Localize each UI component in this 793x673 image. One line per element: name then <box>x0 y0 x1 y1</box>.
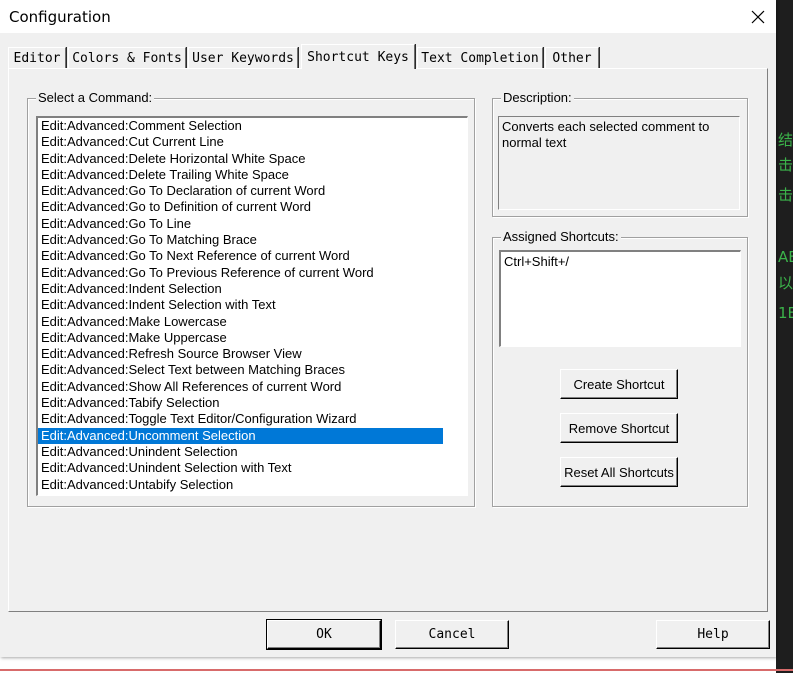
list-item[interactable]: Edit:Advanced:Unindent Selection with Te… <box>38 460 443 476</box>
command-list[interactable]: Edit:Advanced:Comment Selection Edit:Adva… <box>36 116 468 496</box>
tab-text-completion[interactable]: Text Completion <box>417 47 543 68</box>
tab-colors-fonts[interactable]: Colors & Fonts <box>68 47 186 68</box>
list-item[interactable]: Edit:Advanced:Make Uppercase <box>38 330 443 346</box>
list-item[interactable]: Edit:Advanced:Make Lowercase <box>38 314 443 330</box>
create-shortcut-button[interactable]: Create Shortcut <box>560 369 678 399</box>
description-text: Converts each selected comment to normal… <box>498 116 740 210</box>
assigned-shortcuts-list[interactable]: Ctrl+Shift+/ <box>499 250 741 347</box>
configuration-dialog: Configuration Editor Colors & Fonts User… <box>0 0 776 657</box>
tab-shortcut-keys[interactable]: Shortcut Keys <box>301 44 415 69</box>
list-item[interactable]: Edit:Advanced:Go To Next Reference of cu… <box>38 248 443 264</box>
list-item[interactable]: Edit:Advanced:Indent Selection <box>38 281 443 297</box>
list-item[interactable]: Edit:Advanced:Untabify Selection <box>38 477 443 493</box>
command-items: Edit:Advanced:Comment Selection Edit:Adva… <box>38 118 467 493</box>
list-item[interactable]: Edit:Advanced:Delete Trailing White Spac… <box>38 167 443 183</box>
list-item[interactable]: Edit:Advanced:Go to Definition of curren… <box>38 199 443 215</box>
tab-editor[interactable]: Editor <box>8 47 66 68</box>
background-glyph: 以 <box>778 274 793 292</box>
shortcut-item[interactable]: Ctrl+Shift+/ <box>504 254 737 270</box>
background-glyph: AE <box>778 248 793 266</box>
help-button[interactable]: Help <box>656 620 770 649</box>
list-item[interactable]: Edit:Advanced:Go To Line <box>38 216 443 232</box>
list-item[interactable]: Edit:Advanced:Go To Previous Reference o… <box>38 265 443 281</box>
tab-other[interactable]: Other <box>545 47 599 68</box>
background-glyph: 击 <box>778 156 793 174</box>
background-accent-line <box>0 669 793 671</box>
select-command-label: Select a Command: <box>36 90 155 105</box>
reset-all-shortcuts-button[interactable]: Reset All Shortcuts <box>560 457 678 487</box>
list-item[interactable]: Edit:Advanced:Go To Matching Brace <box>38 232 443 248</box>
list-item[interactable]: Edit:Advanced:Refresh Source Browser Vie… <box>38 346 443 362</box>
background-app-strip <box>776 0 793 673</box>
list-item[interactable]: Edit:Advanced:Toggle Text Editor/Configu… <box>38 411 443 427</box>
list-item[interactable]: Edit:Advanced:Indent Selection with Text <box>38 297 443 313</box>
title-bar[interactable]: Configuration <box>0 0 776 33</box>
list-item[interactable]: Edit:Advanced:Delete Horizontal White Sp… <box>38 151 443 167</box>
description-label: Description: <box>501 90 574 105</box>
list-item[interactable]: Edit:Advanced:Unindent Selection <box>38 444 443 460</box>
tab-user-keywords[interactable]: User Keywords <box>188 47 298 68</box>
list-item[interactable]: Edit:Advanced:Uncomment Selection <box>38 427 443 444</box>
background-glyph: 1E <box>778 304 793 322</box>
assigned-shortcuts-label: Assigned Shortcuts: <box>501 229 621 244</box>
close-icon <box>751 10 765 23</box>
window-title: Configuration <box>9 8 111 26</box>
list-item[interactable]: Edit:Advanced:Select Text between Matchi… <box>38 362 443 378</box>
list-item[interactable]: Edit:Advanced:Tabify Selection <box>38 395 443 411</box>
list-item[interactable]: Edit:Advanced:Cut Current Line <box>38 134 443 150</box>
remove-shortcut-button[interactable]: Remove Shortcut <box>560 413 678 443</box>
list-item[interactable]: Edit:Advanced:Go To Declaration of curre… <box>38 183 443 199</box>
background-glyph: 结 <box>778 131 793 149</box>
background-glyph: 击 <box>778 186 793 204</box>
list-item[interactable]: Edit:Advanced:Show All References of cur… <box>38 379 443 395</box>
ok-button[interactable]: OK <box>266 619 382 650</box>
close-button[interactable] <box>740 0 776 33</box>
cancel-button[interactable]: Cancel <box>395 620 509 649</box>
list-item[interactable]: Edit:Advanced:Comment Selection <box>38 118 443 134</box>
